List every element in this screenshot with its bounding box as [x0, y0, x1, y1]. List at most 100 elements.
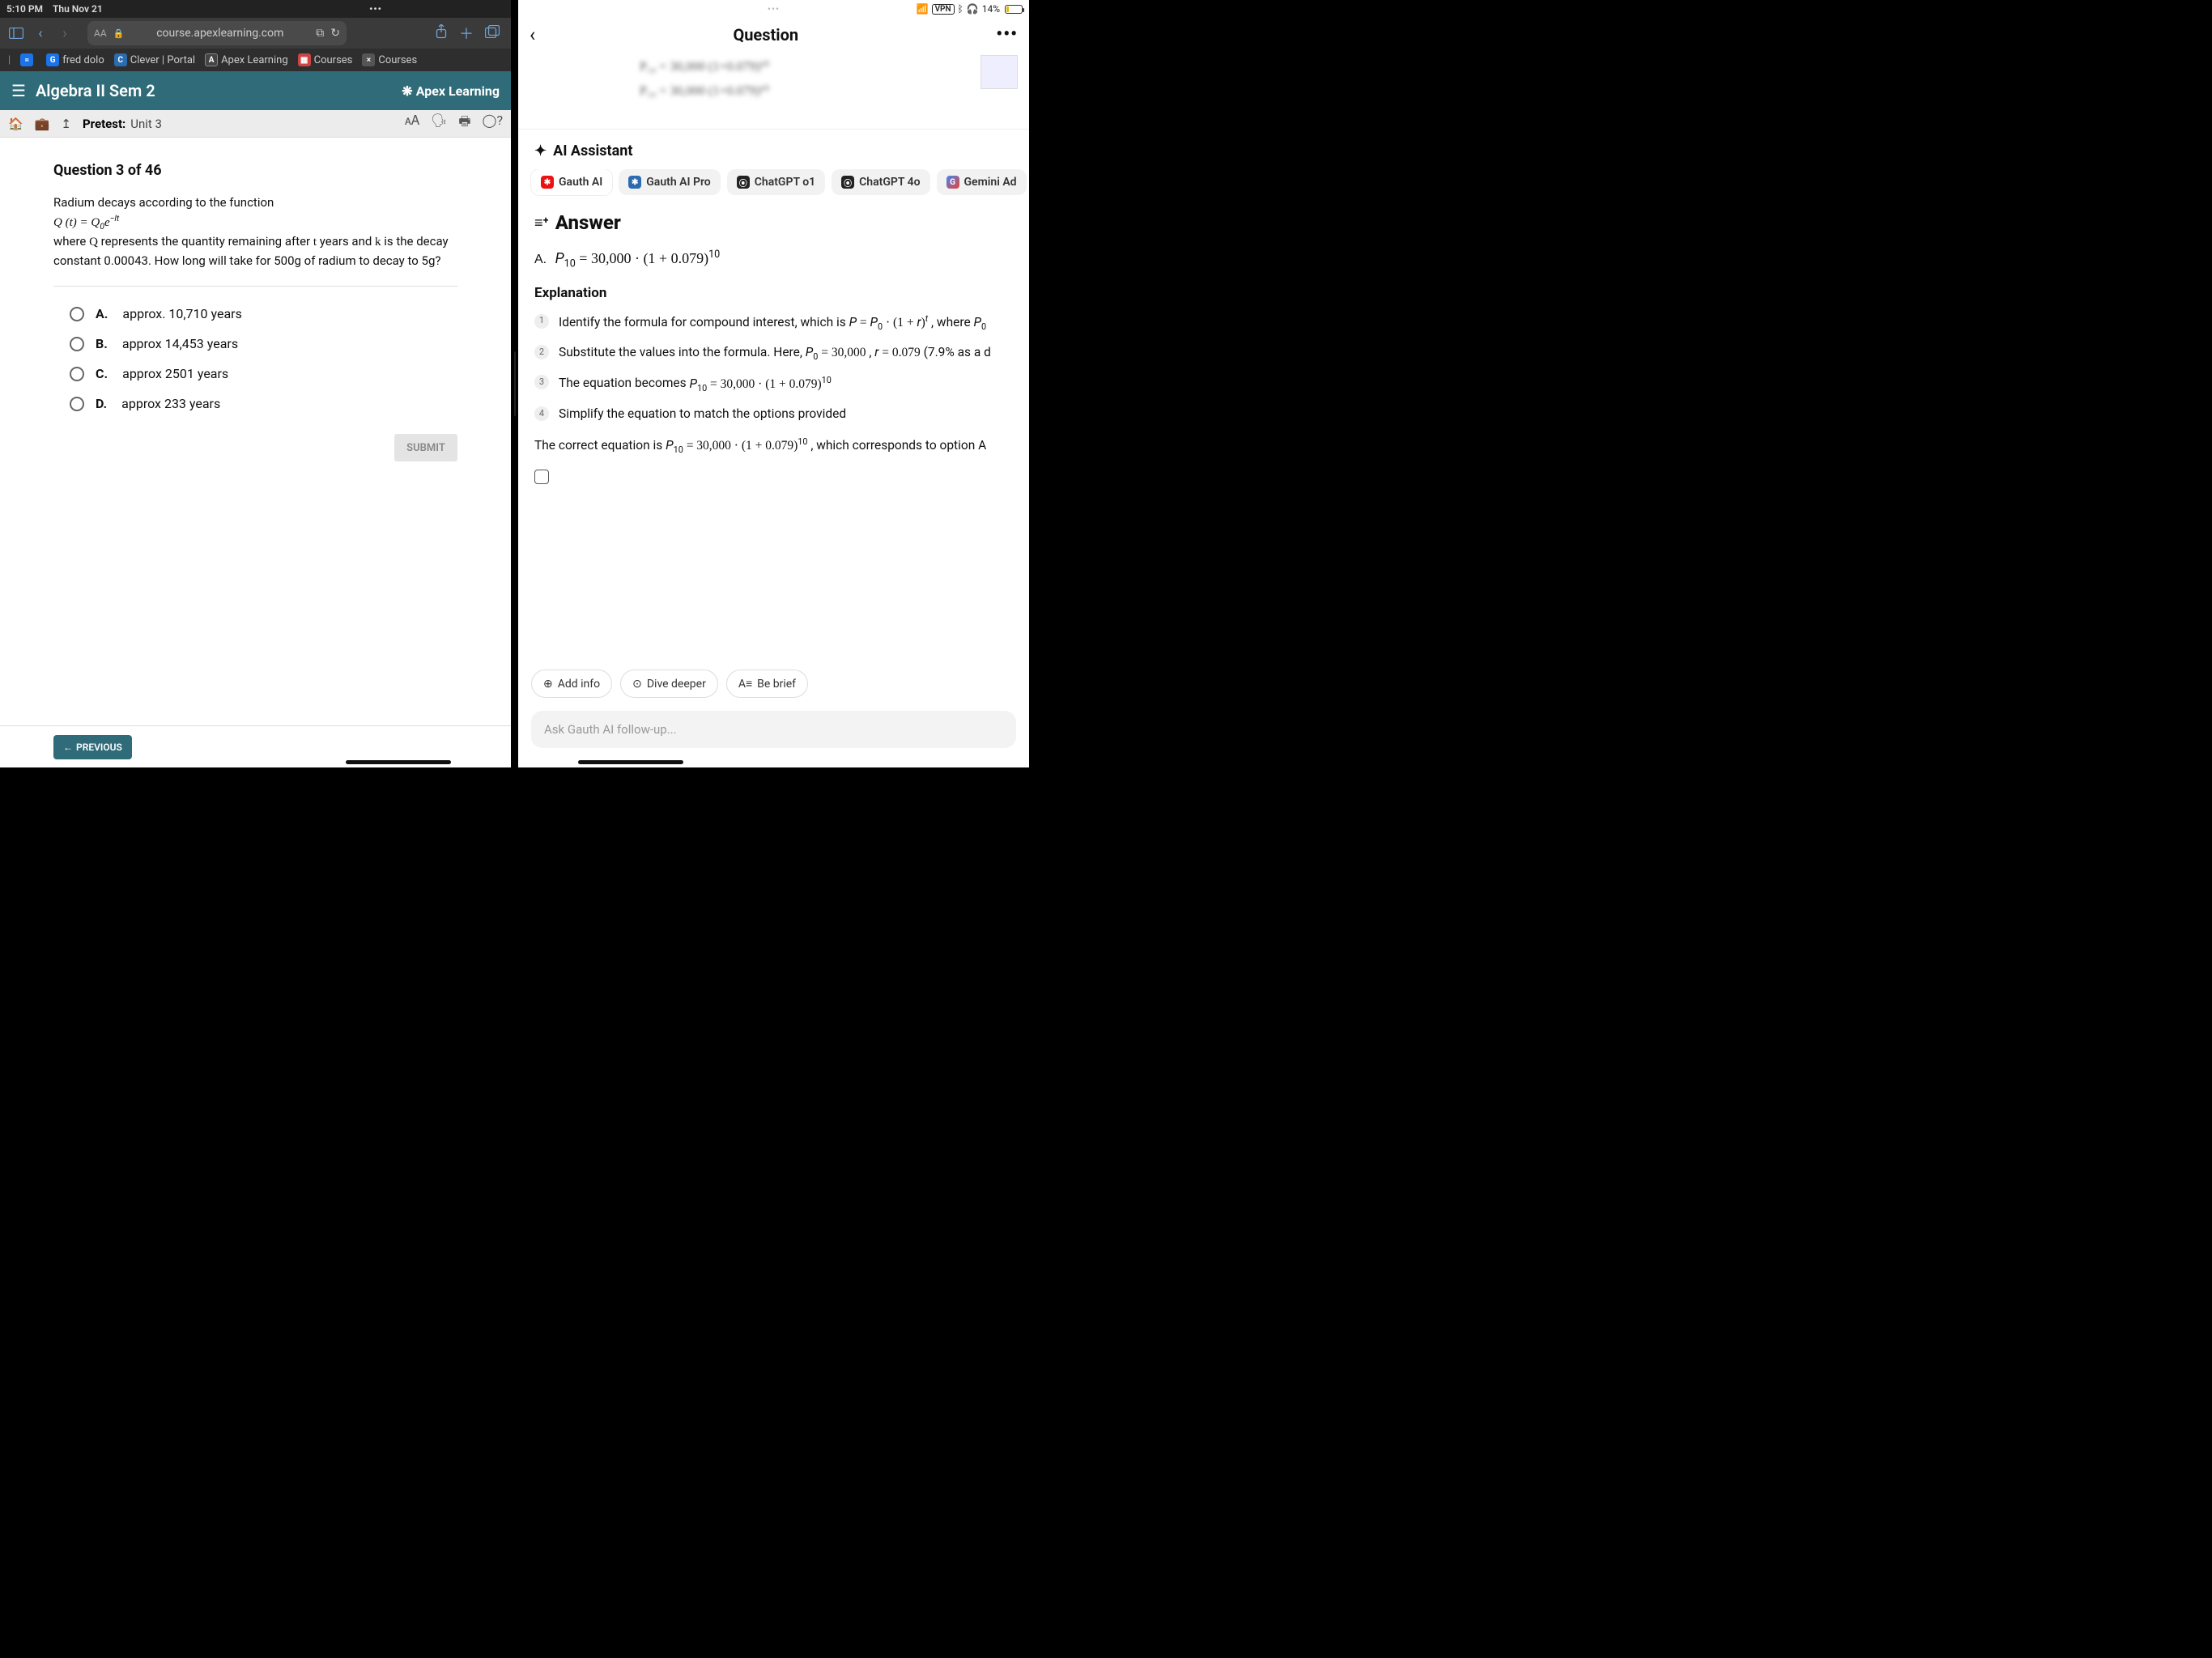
- radio-icon[interactable]: [70, 397, 84, 411]
- share-icon[interactable]: [435, 24, 448, 43]
- safari-pane: 5:10 PM Thu Nov 21 ••• ‹ › AA 🔒 course.a…: [0, 0, 511, 767]
- bookmark-label: Courses: [314, 54, 353, 66]
- bookmark-label: fred dolo: [62, 54, 104, 66]
- step-number: 4: [534, 406, 549, 421]
- radio-icon[interactable]: [70, 367, 84, 381]
- back-icon[interactable]: ‹: [31, 23, 50, 43]
- final-conclusion: The correct equation is P10 = 30,000 · (…: [534, 436, 1013, 455]
- home-indicator[interactable]: [346, 760, 451, 764]
- hamburger-icon[interactable]: ☰: [11, 81, 26, 100]
- bookmark-label: Apex Learning: [221, 54, 288, 66]
- bookmark-item[interactable]: Gfred dolo: [46, 53, 104, 66]
- bookmark-item[interactable]: =: [20, 53, 36, 66]
- step-text: The equation becomes P10 = 30,000 · (1 +…: [559, 373, 1013, 395]
- status-date: Thu Nov 21: [53, 3, 103, 15]
- ai-assistant-heading: ✦ AI Assistant: [518, 130, 1029, 169]
- model-pill[interactable]: ⦿ChatGPT o1: [727, 169, 825, 195]
- sidebar-toggle-icon[interactable]: [6, 23, 26, 43]
- bookmark-label: Clever | Portal: [130, 54, 195, 66]
- bookmark-icon: A: [205, 53, 218, 66]
- answer-list-icon: ≡⁺: [534, 215, 549, 232]
- action-icon: A≡: [738, 677, 752, 691]
- gauth-pane: ••• 📶 VPN ᛒ 🎧 14% ‹ Question ••• P₁₀ = 3…: [518, 0, 1029, 767]
- question-equation: Q (t) = Q0e−lt: [53, 216, 119, 229]
- bookmark-item[interactable]: ▦Courses: [298, 53, 353, 66]
- action-pill[interactable]: ⊙Dive deeper: [620, 670, 718, 698]
- extensions-icon[interactable]: ⧉: [316, 27, 324, 40]
- briefcase-icon[interactable]: 💼: [35, 117, 50, 131]
- reader-aa-icon[interactable]: AA: [94, 28, 107, 39]
- divider: [53, 286, 457, 287]
- model-label: Gemini Ad: [964, 176, 1017, 189]
- lock-icon: 🔒: [113, 28, 125, 39]
- model-pill[interactable]: ✱Gauth AI Pro: [619, 169, 720, 195]
- input-placeholder: Ask Gauth AI follow-up...: [544, 722, 677, 737]
- question-counter: Question 3 of 46: [53, 162, 457, 179]
- radio-icon[interactable]: [70, 337, 84, 351]
- question-thumbnail[interactable]: [981, 55, 1018, 89]
- previous-button[interactable]: ← PREVIOUS: [53, 735, 132, 759]
- model-label: ChatGPT 4o: [859, 176, 920, 189]
- course-title: Algebra II Sem 2: [36, 81, 155, 100]
- back-chevron-icon[interactable]: ‹: [530, 23, 535, 46]
- wifi-icon: 📶: [917, 3, 929, 15]
- bookmark-icon: ▦: [298, 53, 311, 66]
- course-header: ☰ Algebra II Sem 2 ❋ Apex Learning: [0, 71, 511, 110]
- option-text: approx 2501 years: [122, 366, 228, 381]
- model-pill[interactable]: ✱Gauth AI: [531, 169, 612, 195]
- action-pill[interactable]: ⊕Add info: [531, 670, 612, 698]
- action-label: Dive deeper: [647, 678, 706, 691]
- bookmark-item[interactable]: ×Courses: [362, 53, 417, 66]
- followup-actions: ⊕Add info ⊙Dive deeper A≡ Be brief: [518, 670, 1029, 698]
- reload-icon[interactable]: ↻: [330, 27, 340, 40]
- step-number: 2: [534, 345, 549, 359]
- followup-input[interactable]: Ask Gauth AI follow-up...: [531, 711, 1016, 748]
- action-label: Add info: [558, 678, 600, 691]
- multitask-dots-icon[interactable]: •••: [768, 3, 780, 15]
- option-text: approx 233 years: [121, 396, 220, 411]
- bookmark-item[interactable]: AApex Learning: [205, 53, 288, 66]
- bookmark-item[interactable]: CClever | Portal: [114, 53, 195, 66]
- blurred-preview: P₁₀ = 30,000 (1+0.079)¹⁰P₁₀ = 30,000 (1+…: [599, 55, 810, 104]
- model-pill[interactable]: ⦿ ChatGPT 4o: [832, 169, 929, 195]
- model-icon: ⦿: [841, 176, 854, 189]
- ios-status-bar-right: ••• 📶 VPN ᛒ 🎧 14%: [518, 0, 1029, 18]
- action-label: Be brief: [757, 678, 796, 691]
- answer-option[interactable]: A.approx. 10,710 years: [70, 306, 457, 321]
- answer-option[interactable]: C.approx 2501 years: [70, 366, 457, 381]
- multitask-dots-icon[interactable]: •••: [368, 3, 383, 15]
- address-bar[interactable]: AA 🔒 course.apexlearning.com ⧉ ↻: [87, 21, 347, 45]
- question-preview-area: P₁₀ = 30,000 (1+0.079)¹⁰P₁₀ = 30,000 (1+…: [518, 52, 1029, 130]
- option-letter: A.: [96, 306, 108, 321]
- gauth-header: ‹ Question •••: [518, 18, 1029, 52]
- tabs-icon[interactable]: [485, 25, 500, 42]
- option-letter: D.: [96, 396, 107, 411]
- model-selector: ✱Gauth AI✱Gauth AI Pro⦿ChatGPT o1⦿ChatGP…: [518, 169, 1029, 208]
- ios-status-bar-left: 5:10 PM Thu Nov 21 •••: [0, 0, 511, 18]
- model-pill[interactable]: GGemini Ad: [937, 169, 1027, 195]
- print-icon[interactable]: 🖶: [458, 113, 470, 134]
- up-arrow-icon[interactable]: ↥: [61, 117, 71, 131]
- submit-button[interactable]: SUBMIT: [394, 434, 457, 461]
- apex-logo: ❋ Apex Learning: [402, 83, 500, 99]
- safari-toolbar: ‹ › AA 🔒 course.apexlearning.com ⧉ ↻ ＋: [0, 18, 511, 49]
- url-text: course.apexlearning.com: [130, 27, 309, 40]
- answer-option[interactable]: B.approx 14,453 years: [70, 336, 457, 351]
- split-view-divider[interactable]: [511, 0, 518, 767]
- radio-icon[interactable]: [70, 307, 84, 321]
- crumb-unit: Unit 3: [130, 117, 162, 131]
- home-icon[interactable]: 🏠: [8, 117, 23, 131]
- translate-icon[interactable]: 🗚: [405, 113, 419, 134]
- new-tab-icon[interactable]: ＋: [459, 23, 474, 44]
- home-indicator[interactable]: [578, 760, 683, 764]
- bookmark-icon: C: [114, 53, 127, 66]
- bluetooth-icon: ᛒ: [958, 3, 963, 15]
- answer-heading: ≡⁺ Answer: [534, 211, 1013, 234]
- answer-option[interactable]: D. approx 233 years: [70, 396, 457, 411]
- help-icon[interactable]: ◯?: [483, 113, 503, 134]
- bookmark-icon: ×: [362, 53, 375, 66]
- read-aloud-icon[interactable]: 🗣: [431, 113, 447, 134]
- action-pill[interactable]: A≡ Be brief: [726, 670, 808, 698]
- model-label: ChatGPT o1: [755, 176, 815, 189]
- copy-icon[interactable]: [534, 470, 549, 484]
